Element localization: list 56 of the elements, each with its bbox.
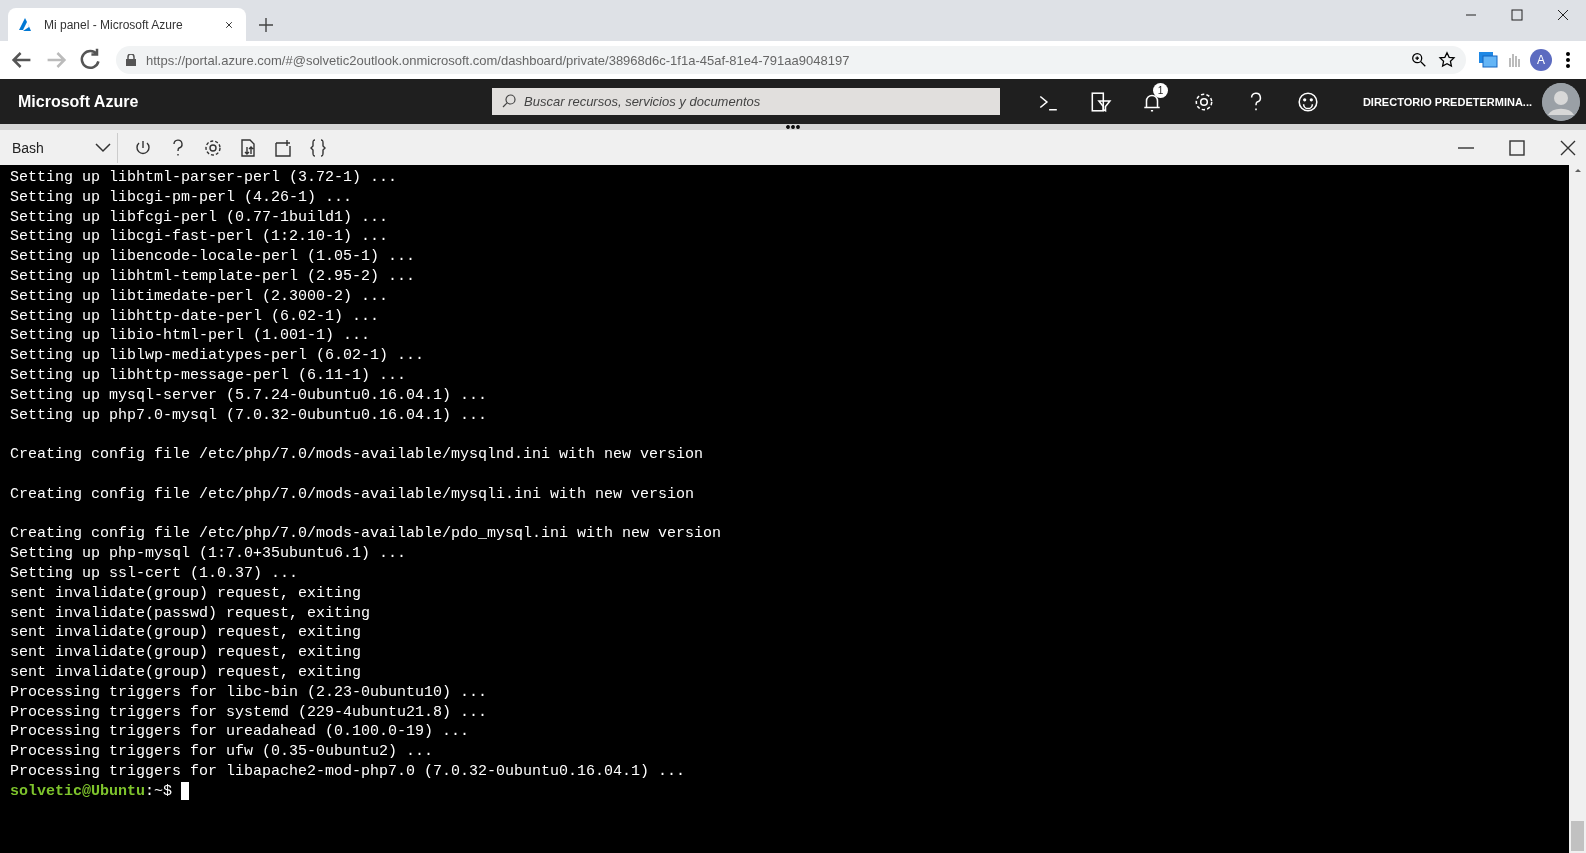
terminal-line: sent invalidate(group) request, exiting — [10, 623, 362, 644]
terminal-line: Setting up libhttp-message-perl (6.11-1) ... — [10, 365, 407, 386]
terminal-line: sent invalidate(group) request, exiting — [10, 662, 362, 683]
terminal-line: Creating config file /etc/php/7.0/mods-available/pdo_mysql.ini with new version — [10, 524, 722, 545]
maximize-icon[interactable] — [1507, 137, 1527, 158]
terminal-line: Setting up php-mysql (1:7.0+35ubuntu6.1) ... — [10, 544, 407, 564]
terminal-line: Creating config file /etc/php/7.0/mods-available/mysqli.ini with new version — [10, 484, 695, 505]
prompt-user: solvetic@Ubuntu — [10, 782, 146, 800]
terminal-line: Setting up libio-html-perl (1.001-1) ... — [10, 326, 371, 347]
file-transfer-icon[interactable] — [238, 137, 258, 158]
terminal-line: Setting up libcgi-pm-perl (4.26-1) ... — [10, 187, 353, 208]
address-bar[interactable]: https://portal.azure.com/#@solvetic2outlook.onmicrosoft.com/dashboard/private/38968d6c-1f1a-45af-81e4-791aa9048197 — [116, 46, 1466, 74]
terminal-line: Setting up mysql-server (5.7.24-0ubuntu0.16.04.1) ... — [10, 385, 488, 406]
prompt-path: :~$ — [145, 782, 173, 800]
zoom-icon[interactable] — [1410, 51, 1428, 69]
triangle-logo-icon — [18, 17, 34, 32]
terminal-line: Setting up libfcgi-perl (0.77-1build1) ... — [10, 207, 389, 228]
terminal-line: sent invalidate(group) request, exiting — [10, 583, 362, 604]
terminal-line: Setting up ssl-cert (1.0.37) ... — [10, 563, 299, 584]
terminal-line: Processing triggers for systemd (229-4ubuntu21.8) ... — [10, 702, 488, 723]
terminal-line: Setting up php7.0-mysql (7.0.32-0ubuntu0.16.04.1) ... — [10, 405, 488, 426]
terminal-line: sent invalidate(group) request, exiting — [10, 643, 362, 663]
new-session-icon[interactable] — [273, 137, 293, 158]
terminal-line: Processing triggers for libc-bin (2.23-0ubuntu10) ... — [10, 682, 488, 703]
terminal-line: Setting up libtimedate-perl (2.3000-2) ... — [10, 286, 389, 307]
terminal-line: Processing triggers for libapache2-mod-php7.0 (7.0.32-0ubuntu0.16.04.1) ... — [10, 761, 686, 782]
cursor — [181, 781, 190, 800]
terminal-line: Setting up libhtml-parser-perl (3.72-1) ... — [10, 168, 398, 188]
drag-handle-icon[interactable] — [786, 125, 800, 129]
braces-icon[interactable] — [308, 137, 328, 158]
scrollbar[interactable] — [1569, 165, 1586, 853]
user-avatar[interactable] — [1542, 82, 1580, 121]
terminal-line: Setting up libcgi-fast-perl (1:2.10-1) ... — [10, 227, 389, 248]
profile-avatar[interactable]: A — [1530, 49, 1552, 71]
new-tab-icon[interactable] — [256, 15, 276, 35]
chevron-down-icon — [95, 142, 111, 153]
scroll-thumb[interactable] — [1571, 821, 1584, 851]
star-icon[interactable] — [1438, 51, 1456, 69]
terminal[interactable] — [0, 165, 1586, 853]
terminal-line: Setting up liblwp-mediatypes-perl (6.02-1) ... — [10, 346, 425, 366]
shell-selector[interactable]: Bash — [0, 132, 118, 163]
search-field[interactable]: Buscar recursos, servicios y documentos — [492, 88, 1000, 115]
terminal-line: Creating config file /etc/php/7.0/mods-available/mysqlnd.ini with new version — [10, 445, 704, 465]
terminal-line: Processing triggers for ureadahead (0.100.0-19) ... — [10, 722, 470, 743]
screens-icon[interactable] — [1478, 51, 1498, 69]
settings-icon[interactable] — [203, 137, 223, 158]
browser-tab[interactable]: Mi panel - Microsoft Azure — [8, 8, 246, 41]
portal-brand[interactable]: Microsoft Azure — [0, 92, 492, 111]
terminal-line: Setting up libhttp-date-perl (6.02-1) ... — [10, 306, 380, 327]
terminal-line: sent invalidate(passwd) request, exiting — [10, 603, 371, 624]
terminal-line: Setting up libhtml-template-perl (2.95-2) ... — [10, 267, 416, 287]
directory-name[interactable]: DIRECTORIO PREDETERMINA... — [1362, 95, 1542, 108]
notification-badge: 1 — [1153, 82, 1168, 98]
terminal-line: Setting up libencode-locale-perl (1.05-1) ... — [10, 247, 416, 267]
terminal-line: Processing triggers for ufw (0.35-0ubuntu2) ... — [10, 742, 434, 762]
lock-icon — [126, 54, 136, 66]
